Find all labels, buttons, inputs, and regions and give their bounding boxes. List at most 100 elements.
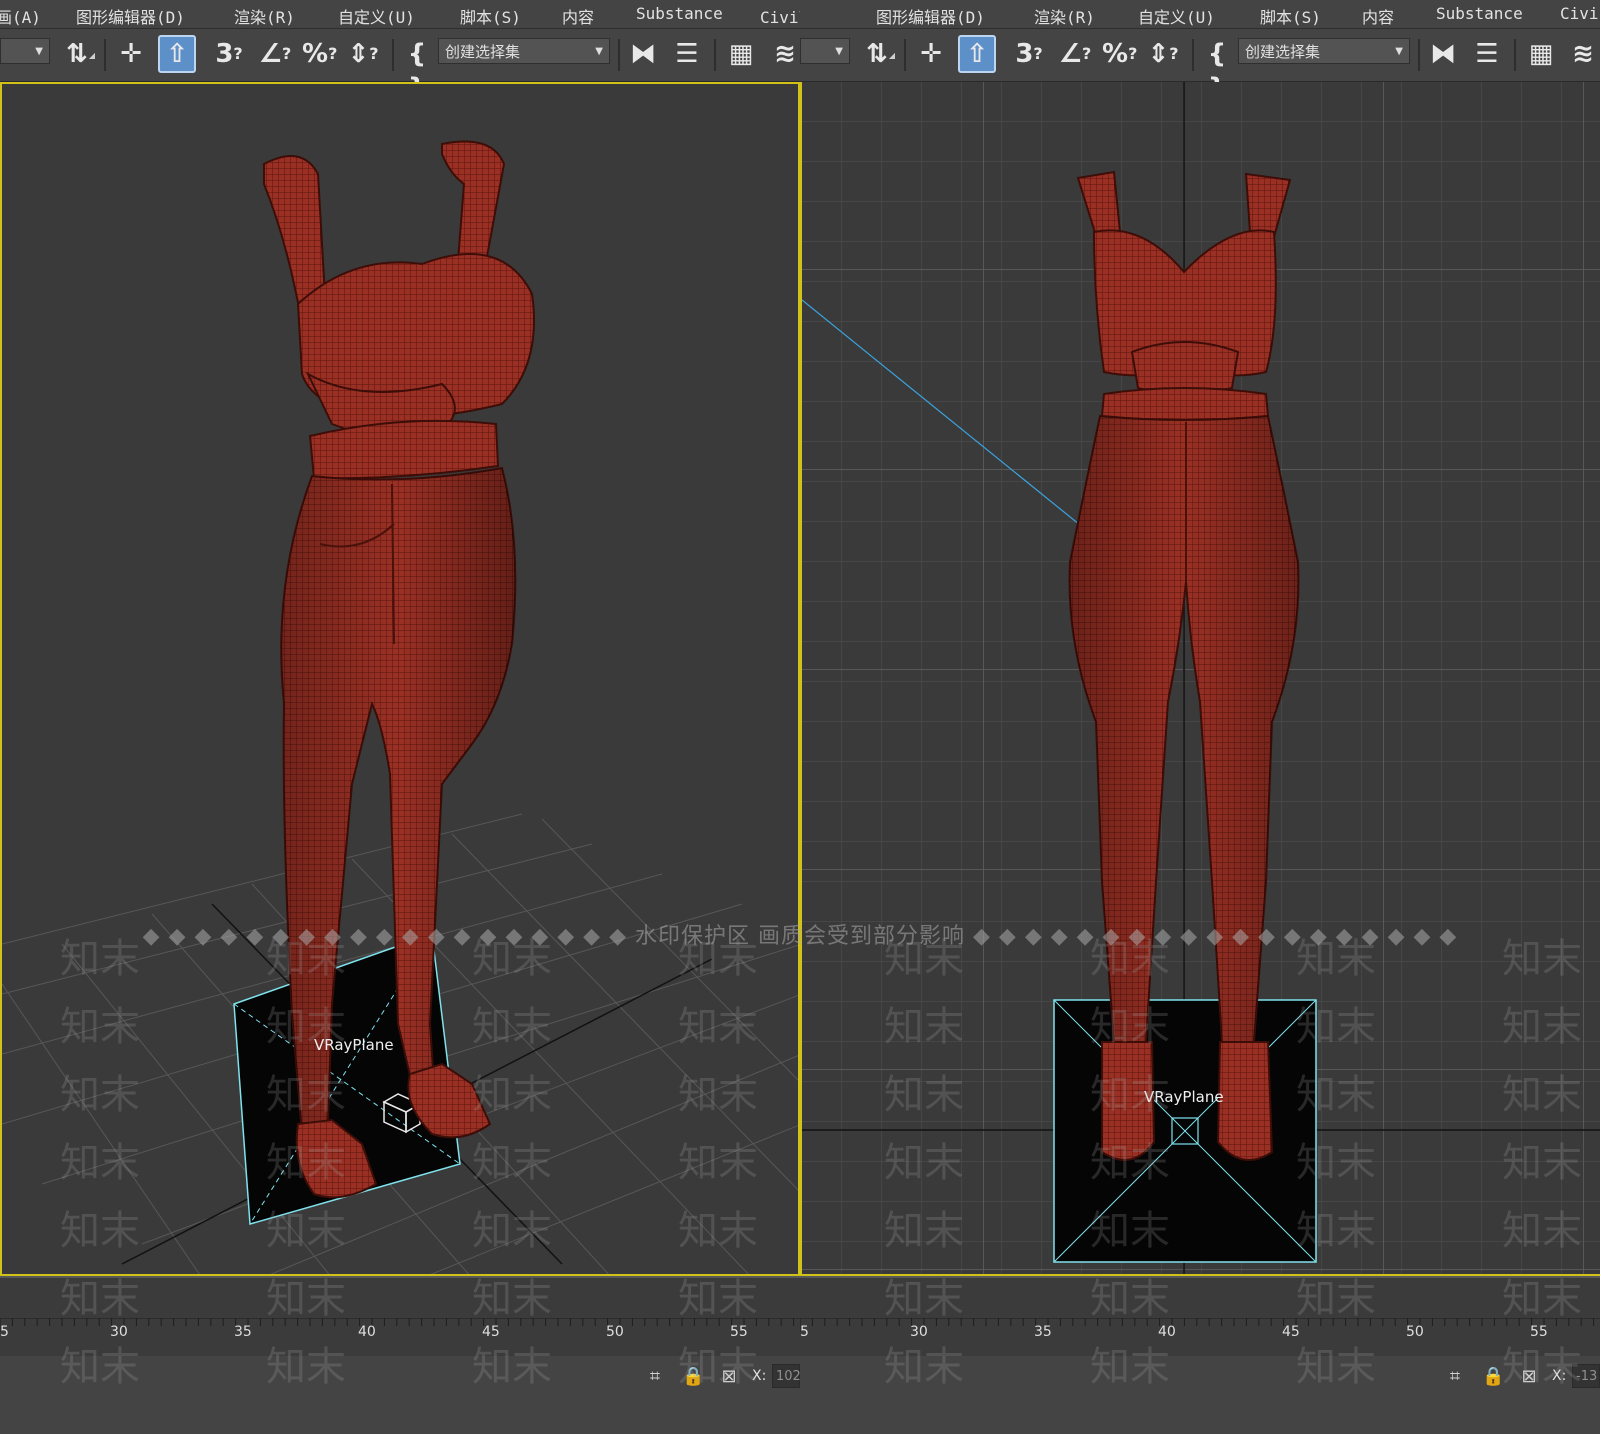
chevron-down-icon: ▼ [1395,46,1403,57]
tick-label: 55 [1530,1324,1548,1340]
menu-rendering[interactable]: 渲染(R) [1034,4,1095,28]
move-icon[interactable]: ✛ [114,37,148,71]
perspective-viewport[interactable]: VRayPlane [0,82,800,1276]
selection-set-text: 创建选择集 [1245,43,1321,61]
menu-civil[interactable]: Civil画(A) [760,4,800,28]
menu-substance[interactable]: Substance [636,4,723,23]
layer-explorer-icon[interactable]: ≋ [1566,37,1600,71]
align-icon[interactable]: ☰ [670,37,704,71]
reference-coord-dropdown[interactable]: ▼ [0,38,50,64]
toolbar-separator [1418,39,1420,71]
percent-snap-icon[interactable]: %? [302,37,337,71]
align-icon[interactable]: ☰ [1470,37,1504,71]
mirror-icon[interactable]: ⧓ [1426,37,1460,71]
percent-snap-label: % [1102,39,1129,69]
menu-graph-editors[interactable]: 图形编辑器(D) [76,4,185,28]
scene-explorer-icon[interactable]: ▦ [724,37,758,71]
main-toolbar: ▼ ⇅◢ ✛ ⇧ 3? ∠? %? ⇕? { } 创建选择集 ▼ ⧓ ☰ ▦ ≋ [0,29,800,103]
menu-content[interactable]: 内容 [1362,4,1394,28]
edit-named-selection-icon[interactable]: { } [1200,37,1234,103]
tick-label: 45 [1282,1324,1300,1340]
isolate-selection-icon[interactable]: ⌗ [1444,1366,1466,1388]
angle-snap-label: ∠ [1058,39,1083,69]
select-object-icon[interactable]: ⇧ [158,35,196,73]
menu-animation[interactable]: 画(A) [0,4,41,28]
x-coord-label: X: [752,1368,767,1384]
percent-snap-label: % [302,39,329,69]
tick-label: 30 [910,1324,928,1340]
mirror-icon[interactable]: ⧓ [626,37,660,71]
tick-label: 50 [606,1324,624,1340]
select-and-link-icon[interactable]: ⇅ ◢ [860,37,895,71]
vray-plane-label: VRayPlane [314,1036,394,1054]
perspective-scene [2,140,798,1274]
front-viewport[interactable]: VRayPlane [800,82,1600,1276]
menu-scripting[interactable]: 脚本(S) [460,4,521,28]
right-workspace: 图形编辑器(D) 渲染(R) 自定义(U) 脚本(S) 内容 Substance… [800,0,1600,1434]
time-slider[interactable]: 5 30 35 40 45 50 55 [800,1276,1600,1358]
toolbar-separator [104,39,106,71]
percent-snap-icon[interactable]: %? [1102,37,1137,71]
menu-civil[interactable]: Civi [1560,4,1599,23]
menu-customize[interactable]: 自定义(U) [1138,4,1215,28]
vray-plane-gizmo [1053,999,1317,1263]
tick-label: 40 [358,1324,376,1340]
menu-rendering[interactable]: 渲染(R) [234,4,295,28]
tick-label: 35 [234,1324,252,1340]
tick-label: 40 [1158,1324,1176,1340]
main-toolbar: ▼ ⇅◢ ✛ ⇧ 3? ∠? %? ⇕? { } 创建选择集 ▼ ⧓ ☰ ▦ ≋ [800,29,1600,103]
time-slider[interactable]: 5 30 35 40 45 50 55 [0,1276,800,1358]
menu-content[interactable]: 内容 [562,4,594,28]
toolbar-separator [392,39,394,71]
layer-explorer-icon[interactable]: ≋ [768,37,800,71]
isolate-selection-icon[interactable]: ⌗ [644,1366,666,1388]
chevron-down-icon: ▼ [595,46,603,57]
status-bar: ⌗ 🔒 ⊠ X: -13 [800,1356,1600,1434]
snap-3d-label: 3 [215,39,234,69]
lock-icon[interactable]: 🔒 [682,1366,704,1388]
move-icon[interactable]: ✛ [914,37,948,71]
lock-icon[interactable]: 🔒 [1482,1366,1504,1388]
tick-label: 35 [1034,1324,1052,1340]
spinner-snap-icon[interactable]: ⇕? [346,37,380,71]
snap-3d-icon[interactable]: 3? [1012,37,1046,71]
selection-set-text: 创建选择集 [445,43,521,61]
menu-graph-editors[interactable]: 图形编辑器(D) [876,4,985,28]
tick-label: 45 [482,1324,500,1340]
x-coord-label: X: [1552,1368,1567,1384]
tick-label: 55 [730,1324,748,1340]
menu-scripting[interactable]: 脚本(S) [1260,4,1321,28]
angle-snap-icon[interactable]: ∠? [258,37,292,71]
tick-label: 30 [110,1324,128,1340]
absolute-mode-icon[interactable]: ⊠ [1518,1366,1540,1388]
tick-label: 5 [0,1324,9,1340]
reference-coord-dropdown[interactable]: ▼ [800,38,850,64]
menu-customize[interactable]: 自定义(U) [338,4,415,28]
snap-3d-icon[interactable]: 3? [212,37,246,71]
snap-3d-label: 3 [1015,39,1034,69]
spinner-snap-icon[interactable]: ⇕? [1146,37,1180,71]
menu-substance[interactable]: Substance [1436,4,1523,23]
angle-snap-label: ∠ [258,39,283,69]
toolbar-separator [1514,39,1516,71]
angle-snap-icon[interactable]: ∠? [1058,37,1092,71]
menu-bar: 图形编辑器(D) 渲染(R) 自定义(U) 脚本(S) 内容 Substance… [800,0,1600,29]
toolbar-separator [618,39,620,71]
left-workspace: 画(A) 图形编辑器(D) 渲染(R) 自定义(U) 脚本(S) 内容 Subs… [0,0,800,1434]
absolute-mode-icon[interactable]: ⊠ [718,1366,740,1388]
chevron-down-icon: ▼ [835,46,843,57]
status-bar: ⌗ 🔒 ⊠ X: 102 [0,1356,800,1434]
selection-set-dropdown[interactable]: 创建选择集 ▼ [1238,38,1410,64]
selection-set-dropdown[interactable]: 创建选择集 ▼ [438,38,610,64]
select-object-icon[interactable]: ⇧ [958,35,996,73]
toolbar-separator [714,39,716,71]
menu-bar: 画(A) 图形编辑器(D) 渲染(R) 自定义(U) 脚本(S) 内容 Subs… [0,0,800,29]
tick-label: 5 [800,1324,809,1340]
scene-explorer-icon[interactable]: ▦ [1524,37,1558,71]
select-and-link-icon[interactable]: ⇅ ◢ [60,37,95,71]
x-coord-field[interactable]: 102 [772,1364,800,1388]
toolbar-separator [1192,39,1194,71]
x-coord-field[interactable]: -13 [1572,1364,1600,1388]
edit-named-selection-icon[interactable]: { } [400,37,434,103]
tick-label: 50 [1406,1324,1424,1340]
